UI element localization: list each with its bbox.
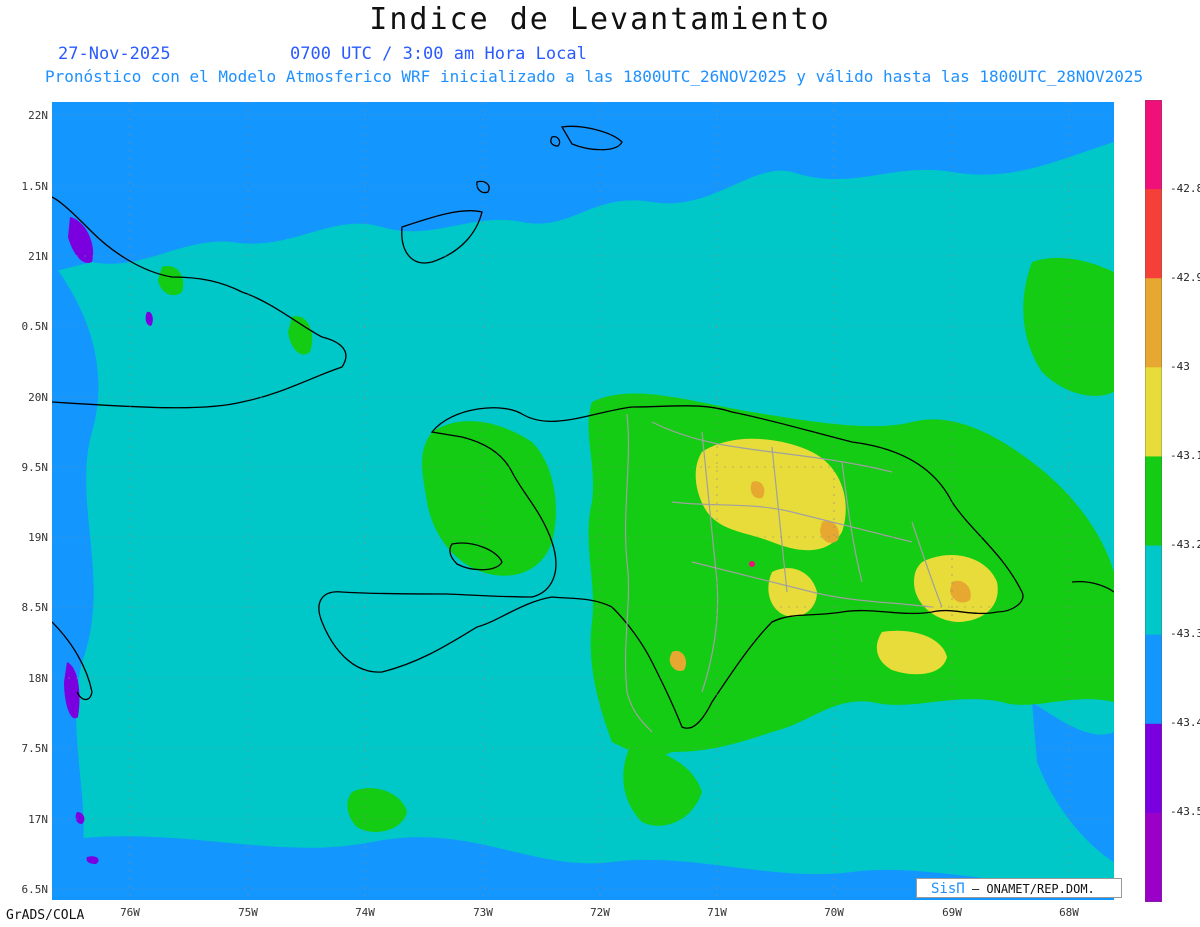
lat-tick: 18N (28, 672, 48, 685)
colorbar-swatch (1145, 634, 1162, 725)
brand-logo: SisΠ (931, 881, 965, 897)
credit-box: SisΠ – ONAMET/REP.DOM. (916, 878, 1122, 898)
valid-time: 0700 UTC / 3:00 am Hora Local (290, 44, 587, 64)
colorbar-label: -42.8 (1170, 182, 1200, 195)
colorbar-swatch (1145, 189, 1162, 279)
colorbar-swatch (1145, 100, 1162, 190)
colorbar-swatch (1145, 812, 1162, 902)
colorbar-label: -43.2 (1170, 538, 1200, 551)
colorbar-label: -43 (1170, 360, 1190, 373)
colorbar-swatch (1145, 278, 1162, 368)
lon-tick: 74W (355, 906, 375, 919)
lat-tick: 20N (28, 391, 48, 404)
lon-tick: 73W (473, 906, 493, 919)
lat-tick: 22N (28, 109, 48, 122)
model-info: Pronóstico con el Modelo Atmosferico WRF… (45, 67, 1144, 86)
forecast-date: 27-Nov-2025 (58, 44, 171, 64)
colorbar-label: -43.1 (1170, 449, 1200, 462)
colorbar (1145, 100, 1162, 902)
credit-org: – ONAMET/REP.DOM. (971, 882, 1095, 896)
lat-tick: 17N (28, 813, 48, 826)
colorbar-swatch (1145, 456, 1162, 547)
lat-tick: 0.5N (21, 320, 49, 333)
lon-tick: 68W (1059, 906, 1079, 919)
field-pink-dot (749, 561, 755, 567)
colorbar-label: -43.3 (1170, 627, 1200, 640)
lon-tick: 75W (238, 906, 258, 919)
lat-tick: 19N (28, 531, 48, 544)
software-credit: GrADS/COLA (6, 908, 85, 923)
colorbar-label: -42.9 (1170, 271, 1200, 284)
lat-tick: 9.5N (21, 461, 49, 474)
colorbar-label: -43.5 (1170, 805, 1200, 818)
lat-tick: 6.5N (21, 883, 49, 896)
colorbar-swatch (1145, 367, 1162, 457)
colorbar-swatch (1145, 545, 1162, 636)
lon-tick: 71W (707, 906, 727, 919)
lat-tick: 21N (28, 250, 48, 263)
map-title: Indice de Levantamiento (369, 2, 831, 37)
colorbar-label: -43.4 (1170, 716, 1200, 729)
colorbar-swatch (1145, 723, 1162, 814)
lat-tick: 7.5N (21, 742, 49, 755)
lat-tick: 8.5N (21, 601, 49, 614)
lon-tick: 72W (590, 906, 610, 919)
lat-tick: 1.5N (21, 180, 49, 193)
lon-tick: 70W (824, 906, 844, 919)
lon-tick: 76W (120, 906, 140, 919)
lifted-index-map (52, 102, 1114, 900)
lon-tick: 69W (942, 906, 962, 919)
